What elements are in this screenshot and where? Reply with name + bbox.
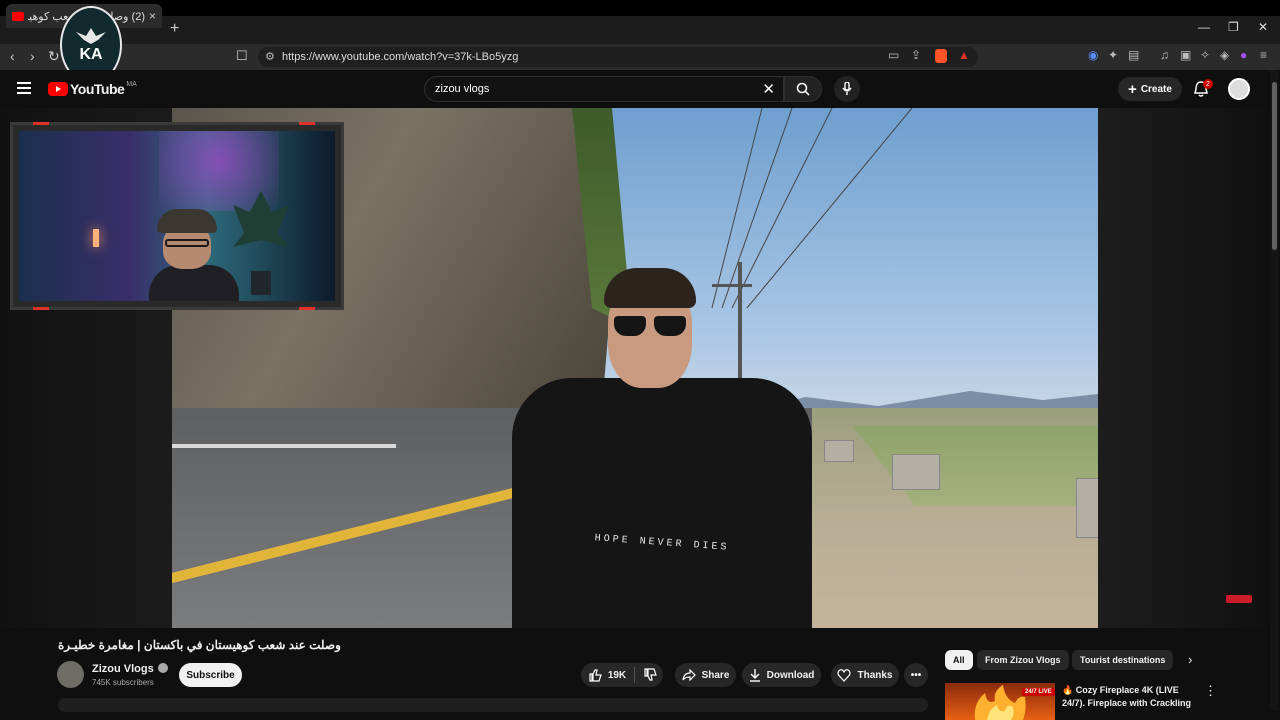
live-badge: 24/7 LIVE bbox=[1022, 688, 1055, 696]
webcam-overlay bbox=[10, 122, 344, 310]
vlogger-shirt bbox=[512, 378, 812, 628]
profile-icon[interactable]: ● bbox=[1240, 48, 1247, 62]
more-actions-button[interactable]: ••• bbox=[904, 663, 928, 687]
create-button[interactable]: + Create bbox=[1118, 77, 1182, 101]
watermark-text: KA bbox=[79, 46, 103, 63]
video-title: وصلت عند شعب كوهيستان في باكستان | مغامر… bbox=[58, 638, 341, 652]
reload-icon[interactable]: ↻ bbox=[48, 48, 60, 65]
back-icon[interactable]: ‹ bbox=[10, 48, 15, 64]
eagle-icon bbox=[76, 28, 106, 44]
download-icon bbox=[749, 669, 760, 682]
chevron-right-icon[interactable]: › bbox=[1188, 652, 1192, 667]
site-settings-icon[interactable]: ⚙ bbox=[265, 50, 275, 63]
description-box[interactable] bbox=[58, 698, 928, 712]
dislike-button[interactable] bbox=[637, 663, 663, 687]
url-text: https://www.youtube.com/watch?v=37k-LBo5… bbox=[282, 51, 519, 63]
share-label: Share bbox=[701, 669, 730, 681]
download-button[interactable]: Download bbox=[742, 663, 821, 687]
close-window-button[interactable]: ✕ bbox=[1258, 20, 1268, 34]
plus-icon: + bbox=[1128, 80, 1137, 98]
live-prefix: 24/7 bbox=[1025, 689, 1037, 695]
account-avatar[interactable] bbox=[1228, 78, 1250, 100]
voice-search-button[interactable] bbox=[834, 76, 860, 102]
clear-search-icon[interactable]: ✕ bbox=[762, 80, 775, 98]
thumbs-up-icon bbox=[589, 669, 602, 682]
webcam-feed bbox=[19, 131, 335, 301]
youtube-favicon-icon bbox=[12, 11, 24, 21]
brave-shields-icon[interactable] bbox=[935, 49, 947, 63]
bookmark-icon[interactable]: ☐ bbox=[236, 48, 248, 64]
youtube-play-icon bbox=[48, 82, 68, 96]
desk-lamp bbox=[93, 229, 99, 247]
leo-icon[interactable]: ✧ bbox=[1200, 48, 1210, 62]
new-tab-button[interactable]: + bbox=[170, 20, 179, 38]
share-icon bbox=[681, 669, 696, 681]
youtube-logo[interactable]: YouTube MA bbox=[48, 81, 137, 97]
channel-avatar[interactable] bbox=[57, 661, 84, 688]
recommendation-title[interactable]: 🔥 Cozy Fireplace 4K (LIVE 24/7). Firepla… bbox=[1062, 684, 1198, 710]
search-button[interactable] bbox=[784, 76, 822, 102]
vlogger-hair bbox=[604, 268, 696, 308]
live-text: LIVE bbox=[1038, 689, 1052, 695]
microphone-icon bbox=[842, 82, 852, 95]
tab-close-icon[interactable]: × bbox=[149, 9, 156, 23]
share-button[interactable]: Share bbox=[675, 663, 736, 687]
thanks-label: Thanks bbox=[857, 669, 893, 681]
channel-name[interactable]: Zizou Vlogs bbox=[92, 663, 168, 675]
menu-icon[interactable]: ≡ bbox=[1260, 48, 1267, 62]
extensions-icon[interactable]: ✦ bbox=[1108, 48, 1118, 62]
heart-dollar-icon bbox=[837, 669, 852, 682]
player-blur-right bbox=[1098, 108, 1270, 628]
restore-button[interactable]: ❐ bbox=[1228, 20, 1239, 34]
chip-all[interactable]: All bbox=[945, 650, 973, 670]
region-code: MA bbox=[126, 80, 137, 88]
thumbs-down-icon bbox=[644, 668, 657, 681]
road-white-line bbox=[172, 444, 396, 448]
search-query: zizou vlogs bbox=[435, 83, 490, 95]
subscriber-count: 745K subscribers bbox=[92, 678, 154, 687]
plant bbox=[233, 191, 289, 301]
share-page-icon[interactable]: ⇪ bbox=[911, 48, 921, 62]
sunglasses bbox=[614, 316, 686, 338]
hamburger-menu-icon[interactable] bbox=[17, 82, 31, 94]
notification-badge: 2 bbox=[1203, 79, 1213, 89]
verified-icon bbox=[157, 663, 168, 673]
streamer bbox=[149, 209, 239, 301]
thanks-button[interactable]: Thanks bbox=[831, 663, 899, 687]
create-label: Create bbox=[1140, 83, 1172, 95]
search-input[interactable]: zizou vlogs ✕ bbox=[424, 76, 784, 102]
vlogger: HOPE NEVER DIES bbox=[512, 268, 812, 628]
like-count: 19K bbox=[607, 669, 627, 681]
os-top-bar bbox=[0, 0, 1280, 16]
reading-list-icon[interactable]: ▤ bbox=[1128, 48, 1139, 62]
cast-icon[interactable]: ▭ bbox=[888, 48, 899, 62]
wallet-icon[interactable]: ▣ bbox=[1180, 48, 1191, 62]
rewards-icon[interactable]: ▲ bbox=[958, 48, 970, 62]
audio-playing-icon[interactable]: ◉ bbox=[1088, 48, 1098, 62]
tab-strip bbox=[0, 16, 1280, 44]
recommendation-more-icon[interactable]: ⋮ bbox=[1204, 683, 1217, 699]
forward-icon[interactable]: › bbox=[30, 48, 35, 64]
chip-from-zizou-vlogs[interactable]: From Zizou Vlogs bbox=[977, 650, 1069, 670]
chip-tourist-destinations[interactable]: Tourist destinations bbox=[1072, 650, 1174, 670]
minimize-button[interactable]: — bbox=[1198, 20, 1210, 34]
like-divider bbox=[634, 667, 635, 683]
search-icon bbox=[796, 82, 810, 96]
subscribe-button[interactable]: Subscribe bbox=[179, 663, 242, 687]
url-bar[interactable]: ⚙ https://www.youtube.com/watch?v=37k-LB… bbox=[258, 47, 978, 67]
channel-name-text: Zizou Vlogs bbox=[92, 663, 154, 675]
youtube-wordmark: YouTube bbox=[70, 81, 125, 97]
download-label: Download bbox=[766, 669, 815, 681]
end-screen-subscribe-icon[interactable] bbox=[1226, 595, 1252, 603]
like-button[interactable]: 19K bbox=[581, 663, 633, 687]
scrollbar-thumb[interactable] bbox=[1272, 82, 1277, 250]
media-icon[interactable]: ♫ bbox=[1160, 48, 1169, 62]
vpn-icon[interactable]: ◈ bbox=[1220, 48, 1229, 62]
